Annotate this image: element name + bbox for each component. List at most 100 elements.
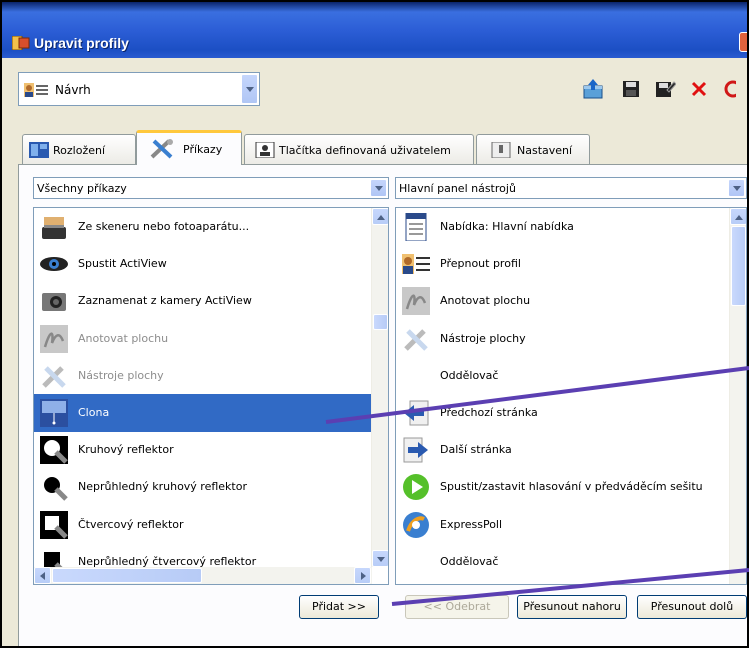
arrow-left-icon <box>404 400 429 426</box>
vertical-scrollbar[interactable] <box>371 208 388 567</box>
scroll-right-button[interactable] <box>354 567 371 584</box>
toolbar-command-item[interactable]: ExpressPoll <box>396 506 746 544</box>
chevron-down-icon[interactable] <box>728 179 745 197</box>
tab-label: Rozložení <box>53 144 106 157</box>
all-commands-dropdown[interactable]: Všechny příkazy <box>33 177 389 199</box>
settings-icon <box>491 142 511 158</box>
available-command-item[interactable]: Ze skeneru nebo fotoaparátu... <box>34 208 388 246</box>
profile-dropdown-value: Návrh <box>55 83 91 97</box>
edit-profiles-window: Upravit profily Návrh Rozložení Příkazy … <box>0 0 749 648</box>
eye-icon <box>40 257 68 272</box>
save-as-profile-button[interactable] <box>654 78 677 100</box>
toolbar-target-dropdown[interactable]: Hlavní panel nástrojů <box>395 177 747 199</box>
menu-icon <box>405 213 427 241</box>
desktop-tools-icon <box>404 328 428 351</box>
arrow-right-icon <box>403 437 428 463</box>
tab-tlacitka-definovana[interactable]: Tlačítka definovaná uživatelem <box>244 134 474 164</box>
spotlight-round-icon <box>40 436 68 465</box>
available-command-item-label: Spustit ActiView <box>78 257 167 271</box>
add-button[interactable]: Přidat >> <box>299 595 379 619</box>
toolbar-command-item-label: Oddělovač <box>440 368 499 382</box>
available-command-item-label: Nástroje plochy <box>78 368 164 382</box>
refresh-icon <box>724 80 736 98</box>
available-command-item-label: Neprůhledný kruhový reflektor <box>78 480 247 494</box>
profile-edit-icon <box>12 36 30 50</box>
scroll-thumb[interactable] <box>373 314 388 330</box>
profile-card-icon <box>24 83 48 97</box>
toolbar-command-item-label: Anotovat plochu <box>440 294 531 308</box>
scroll-left-button[interactable] <box>34 567 51 584</box>
profile-dropdown[interactable]: Návrh <box>18 72 260 106</box>
available-command-item[interactable]: Čtvercový reflektor <box>34 506 388 544</box>
toolbar-command-item[interactable]: Další stránka <box>396 431 746 469</box>
remove-button[interactable]: << Odebrat <box>405 595 509 619</box>
scroll-up-button[interactable] <box>372 208 388 225</box>
toolbar-command-item[interactable]: Oddělovač <box>396 357 746 395</box>
available-command-item[interactable]: Zaznamenat z kamery ActiView <box>34 282 388 320</box>
tab-rozlozeni[interactable]: Rozložení <box>22 134 136 164</box>
toolbar-commands-list[interactable]: Nabídka: Hlavní nabídka Přepnout profil An… <box>395 207 747 585</box>
horizontal-scrollbar[interactable] <box>34 567 372 584</box>
toolbar-command-item[interactable]: Přepnout profil <box>396 245 746 283</box>
move-down-button[interactable]: Přesunout dolů <box>637 595 747 619</box>
available-command-item[interactable]: Anotovat plochu <box>34 320 388 358</box>
available-command-item-label: Čtvercový reflektor <box>78 517 184 531</box>
toolbar-command-item-label: Přepnout profil <box>440 257 521 271</box>
toolbar-command-item-label: Další stránka <box>440 443 512 457</box>
red-x-icon <box>691 81 707 97</box>
scanner-icon <box>42 217 66 239</box>
available-command-item-label: Anotovat plochu <box>78 331 169 345</box>
scroll-thumb[interactable] <box>731 226 746 306</box>
refresh-profile-button[interactable] <box>722 78 736 100</box>
horizontal-scroll-thumb[interactable] <box>52 568 202 583</box>
title-bar: Upravit profily <box>2 2 747 58</box>
profile-card-icon <box>402 254 430 275</box>
toolbar-command-item[interactable]: Anotovat plochu <box>396 282 746 320</box>
move-up-button[interactable]: Přesunout nahoru <box>517 595 627 619</box>
tools-icon <box>150 139 173 159</box>
export-profile-button[interactable] <box>582 78 604 100</box>
toolbar-command-item[interactable]: Oddělovač <box>396 543 746 581</box>
toolbar-command-item[interactable]: Nabídka: Hlavní nabídka <box>396 208 746 246</box>
chevron-down-icon[interactable] <box>241 74 258 104</box>
window-title: Upravit profily <box>34 35 129 51</box>
available-command-item-label: Clona <box>78 406 110 419</box>
available-command-item[interactable]: Neprůhledný kruhový reflektor <box>34 468 388 506</box>
tab-label: Nastavení <box>517 144 573 157</box>
tab-prikazy[interactable]: Příkazy <box>136 130 242 165</box>
available-command-item-label: Neprůhledný čtvercový reflektor <box>78 554 257 568</box>
available-command-item-label: Kruhový reflektor <box>78 443 174 457</box>
tab-label: Příkazy <box>183 143 223 156</box>
available-command-item[interactable]: Clona <box>34 394 388 432</box>
available-command-item[interactable]: Spustit ActiView <box>34 245 388 283</box>
toolbar-command-item-label: Nabídka: Hlavní nabídka <box>440 220 574 233</box>
toolbar-command-item[interactable]: Spustit/zastavit hlasování v předváděcím… <box>396 468 746 506</box>
toolbar-command-item[interactable]: Předchozí stránka <box>396 394 746 432</box>
expresspoll-icon <box>403 511 429 538</box>
tab-strip: Rozložení Příkazy Tlačítka definovaná už… <box>18 130 747 165</box>
close-button[interactable] <box>739 32 747 52</box>
delete-profile-button[interactable] <box>688 78 710 100</box>
scroll-down-button[interactable] <box>372 550 388 567</box>
available-command-item-label: Ze skeneru nebo fotoaparátu... <box>78 220 250 233</box>
annotate-icon <box>40 324 68 353</box>
spotlight-square-icon <box>40 510 68 539</box>
floppy-icon <box>623 81 639 97</box>
scroll-up-button[interactable] <box>730 208 746 225</box>
available-command-item[interactable]: Kruhový reflektor <box>34 431 388 469</box>
annotate-icon <box>402 287 430 316</box>
available-commands-list[interactable]: Ze skeneru nebo fotoaparátu... Spustit Ac… <box>33 207 389 585</box>
vertical-scrollbar[interactable] <box>729 208 746 584</box>
tab-nastaveni[interactable]: Nastavení <box>476 134 590 164</box>
chevron-down-icon[interactable] <box>370 179 387 197</box>
save-profile-button[interactable] <box>620 78 642 100</box>
available-command-item[interactable]: Nástroje plochy <box>34 357 388 395</box>
toolbar-target-dropdown-value: Hlavní panel nástrojů <box>399 182 516 195</box>
toolbar-command-item-label: Oddělovač <box>440 554 499 568</box>
export-icon <box>583 79 603 99</box>
desktop-tools-icon <box>42 366 66 388</box>
toolbar-command-item[interactable]: Nástroje plochy <box>396 320 746 358</box>
tab-label: Tlačítka definovaná uživatelem <box>279 144 451 157</box>
blind-icon <box>40 399 68 427</box>
user-button-icon <box>255 142 275 158</box>
